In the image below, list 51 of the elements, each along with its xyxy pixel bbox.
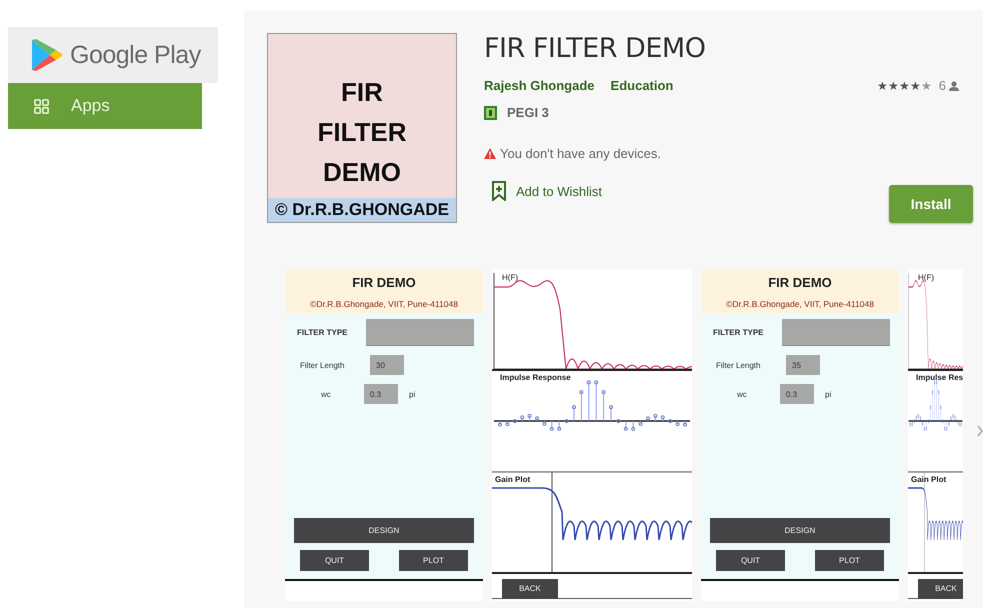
quit-button[interactable]: QUIT: [716, 550, 785, 571]
axis-label: H(F): [918, 273, 934, 282]
unit-label: pi: [409, 390, 416, 398]
store-logo-text: Google Play: [70, 40, 201, 70]
plot-title: Impulse Res: [916, 373, 963, 382]
screen-credit: ©Dr.R.B.Ghongade, VIIT, Pune-411048: [725, 299, 875, 309]
plot-title: Gain Plot: [911, 475, 946, 484]
play-logo-icon: [30, 38, 62, 72]
design-button[interactable]: DESIGN: [294, 518, 474, 543]
field-label: wc: [736, 390, 748, 398]
app-title: FIR FILTER DEMO: [484, 33, 706, 64]
axis-label: H(F): [502, 273, 518, 282]
bookmark-add-icon: [492, 181, 506, 201]
plot-title: Gain Plot: [495, 475, 530, 484]
warning-icon: [484, 148, 496, 159]
screen-credit: ©Dr.R.B.Ghongade, VIIT, Pune-411048: [309, 299, 459, 309]
impulse-response-plot: [908, 380, 963, 431]
unit-label: pi: [825, 390, 832, 398]
input-field[interactable]: 0.3: [364, 384, 398, 404]
filter-type-dropdown[interactable]: [782, 319, 890, 346]
field-label: FILTER TYPE: [712, 328, 765, 337]
design-button[interactable]: DESIGN: [710, 518, 890, 543]
input-field[interactable]: 0.3: [780, 384, 814, 404]
field-label: Filter Length: [715, 360, 762, 370]
icon-title: FIR FILTER DEMO: [316, 76, 408, 189]
field-label: FILTER TYPE: [296, 328, 349, 337]
back-button[interactable]: BACK: [502, 578, 558, 598]
star-rating: ★★★★★: [876, 78, 932, 93]
pegi-badge-icon: [484, 106, 497, 120]
screen-title: FIR DEMO: [767, 275, 833, 290]
icon-credit: © Dr.R.B.GHONGADE: [268, 198, 456, 222]
person-icon: [949, 80, 959, 90]
screen-title: FIR DEMO: [351, 275, 417, 290]
field-label: Filter Length: [299, 360, 346, 370]
rating-count: 6: [938, 78, 946, 93]
grid-icon: [34, 98, 49, 114]
input-field[interactable]: 35: [786, 355, 820, 375]
plot-title: Impulse Response: [500, 373, 571, 382]
quit-button[interactable]: QUIT: [300, 550, 369, 571]
developer-link[interactable]: Rajesh Ghongade: [484, 78, 595, 93]
back-button[interactable]: BACK: [918, 578, 963, 598]
device-warning: You don't have any devices.: [500, 146, 662, 161]
input-field[interactable]: 30: [370, 355, 404, 375]
category-link[interactable]: Education: [610, 78, 674, 93]
content-rating: PEGI 3: [507, 105, 549, 120]
wishlist-link[interactable]: Add to Wishlist: [492, 181, 602, 201]
install-button[interactable]: Install: [889, 185, 973, 223]
plot-button[interactable]: PLOT: [815, 550, 884, 571]
filter-type-dropdown[interactable]: [366, 319, 474, 346]
field-label: wc: [320, 390, 332, 398]
plot-button[interactable]: PLOT: [399, 550, 468, 571]
